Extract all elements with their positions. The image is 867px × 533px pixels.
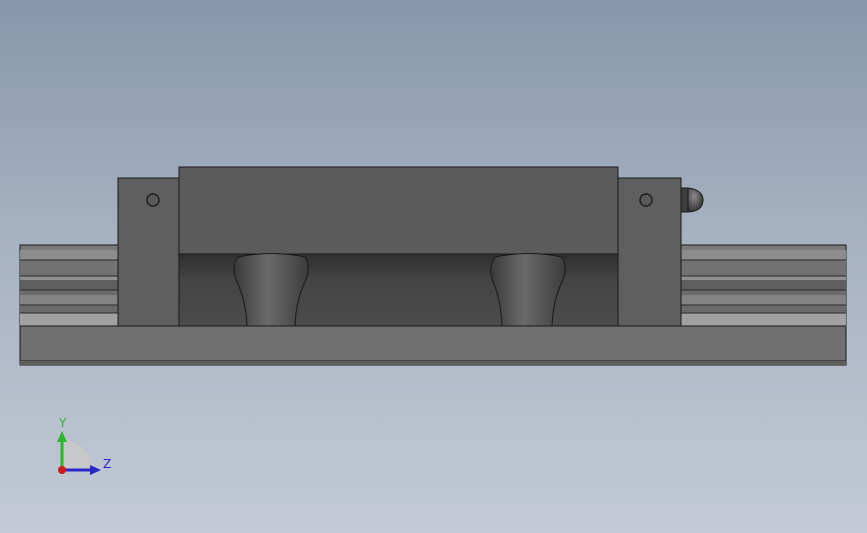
x-axis-dot-icon bbox=[58, 466, 66, 474]
mounting-hole-icon bbox=[639, 193, 653, 207]
mounting-hole-icon bbox=[146, 193, 160, 207]
rail-right-end bbox=[680, 244, 847, 327]
z-axis-arrow-icon bbox=[90, 465, 101, 475]
y-axis-arrow-icon bbox=[57, 431, 67, 442]
model-view[interactable]: Y Z bbox=[0, 0, 867, 533]
z-axis-label: Z bbox=[103, 457, 111, 471]
base-plate bbox=[19, 325, 847, 366]
right-end-cap bbox=[617, 177, 682, 327]
graphics-viewport[interactable]: Y Z bbox=[0, 0, 867, 533]
rail-left-end bbox=[19, 244, 119, 327]
view-orientation-triad[interactable]: Y Z bbox=[57, 416, 111, 475]
left-end-cap bbox=[117, 177, 180, 327]
carriage-cavity bbox=[178, 253, 619, 327]
y-axis-label: Y bbox=[58, 416, 67, 430]
grease-nipple-icon bbox=[680, 187, 704, 213]
carriage-block bbox=[178, 166, 619, 255]
